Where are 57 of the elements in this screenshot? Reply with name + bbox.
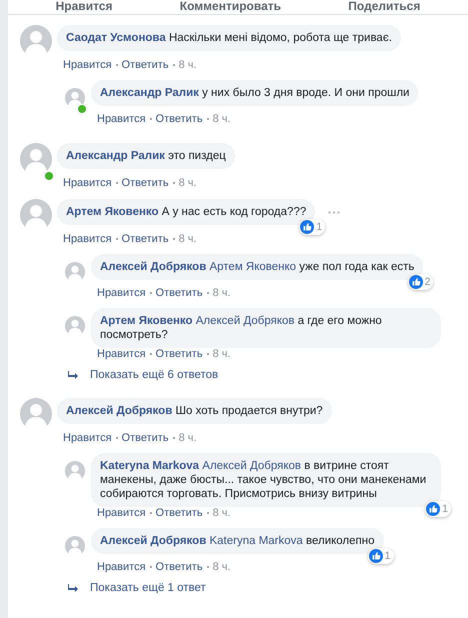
like-icon: [368, 549, 383, 563]
avatar-icon: [20, 25, 52, 57]
comment-time: 8 ч.: [212, 113, 231, 125]
like-icon: [408, 275, 423, 289]
comment-time: 8 ч.: [212, 287, 231, 299]
show-more-replies-link[interactable]: Показать ещё 6 ответов: [68, 369, 468, 381]
comment-text: Алексей Добряков Шо хоть продается внутри?: [66, 405, 323, 417]
like-link[interactable]: Нравится: [63, 432, 112, 444]
comment-text: Алексей Добряков Артем Яковенко уже пол года как есть: [100, 261, 414, 273]
avatar-icon: [20, 143, 52, 175]
comment-time: 8 ч.: [178, 432, 197, 444]
reply-link[interactable]: Ответить: [122, 432, 169, 444]
reply-link[interactable]: Ответить: [156, 507, 203, 519]
post-action-button[interactable]: Поделиться: [348, 0, 420, 12]
comment-time: 8 ч.: [178, 233, 197, 245]
reply-link[interactable]: Ответить: [122, 177, 169, 189]
like-link[interactable]: Нравится: [97, 113, 146, 125]
reply-link[interactable]: Ответить: [156, 348, 203, 360]
reply-link[interactable]: Ответить: [156, 287, 203, 299]
comment-text: Артем Яковенко А у нас есть код города???: [66, 206, 306, 218]
reply-link[interactable]: Ответить: [122, 233, 169, 245]
like-link[interactable]: Нравится: [63, 233, 112, 245]
avatar-icon: [65, 88, 85, 108]
post-action-button[interactable]: Нравится: [56, 0, 112, 12]
like-link[interactable]: Нравится: [97, 287, 146, 299]
comment-text: Kateryna Markova Алексей Добряков в витрине стоят манекены, даже бюсты... такое чувство, что они манекенами собираются торговать. Присмотрись внизу витрины: [100, 460, 426, 500]
avatar-icon: [65, 461, 85, 481]
comment-time: 8 ч.: [178, 59, 197, 71]
reply-link[interactable]: Ответить: [122, 59, 169, 71]
like-link[interactable]: Нравится: [97, 348, 146, 360]
like-link[interactable]: Нравится: [97, 561, 146, 573]
reply-arrow-icon: [68, 584, 78, 592]
like-link[interactable]: Нравится: [63, 59, 112, 71]
comment-time: 8 ч.: [212, 348, 231, 360]
post-action-button[interactable]: Комментировать: [180, 0, 281, 12]
reply-arrow-icon: [68, 371, 78, 379]
avatar-icon: [20, 199, 52, 231]
reply-link[interactable]: Ответить: [156, 113, 203, 125]
avatar-icon: [65, 316, 85, 336]
avatar-icon: [20, 398, 52, 430]
comment-text: Алексей Добряков Kateryna Markova великолепно: [100, 535, 375, 547]
like-link[interactable]: Нравится: [97, 507, 146, 519]
comment-text: Александр Ралик это пиздец: [66, 150, 226, 162]
comment-text: Артем Яковенко Алексей Добряков а где его можно посмотреть?: [100, 315, 382, 341]
comment-time: 8 ч.: [212, 507, 231, 519]
comment-text: Саодат Усмонова Наскільки мені відомо, робота ще триває.: [66, 32, 392, 44]
comment-text: Александр Ралик у них было 3 дня вроде. И они прошли: [100, 87, 410, 99]
more-options-icon[interactable]: [328, 211, 340, 214]
like-link[interactable]: Нравится: [63, 177, 112, 189]
reply-link[interactable]: Ответить: [156, 561, 203, 573]
comment-time: 8 ч.: [212, 561, 231, 573]
avatar-icon: [65, 262, 85, 282]
comment-time: 8 ч.: [178, 177, 197, 189]
like-icon: [300, 220, 314, 234]
avatar-icon: [65, 536, 85, 556]
show-more-replies-link[interactable]: Показать ещё 1 ответ: [68, 582, 468, 594]
like-icon: [426, 502, 440, 516]
